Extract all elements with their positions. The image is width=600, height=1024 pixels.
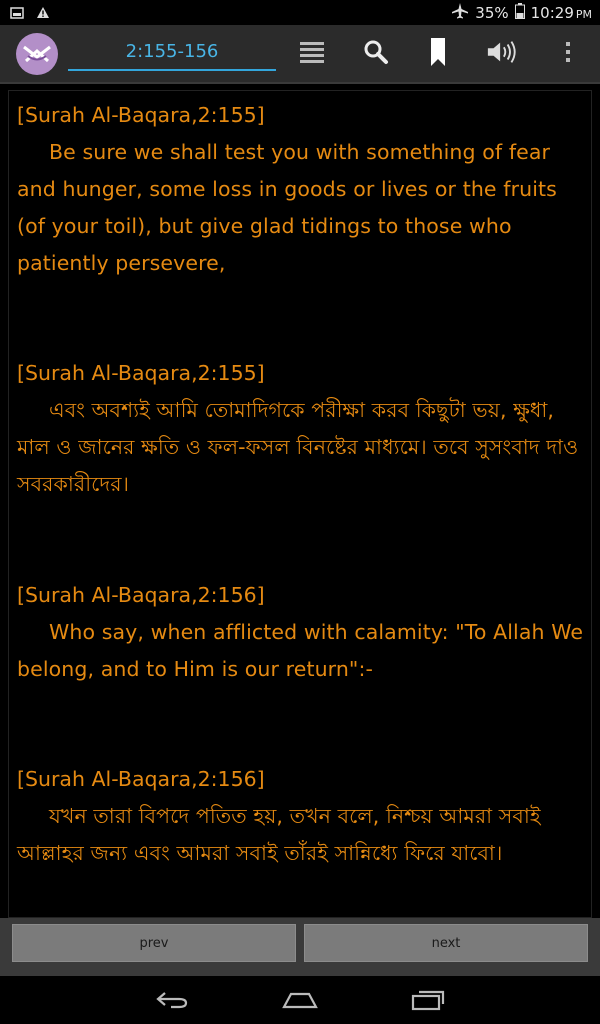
verse-reference: [Surah Al-Baqara,2:155] — [17, 103, 265, 127]
recent-apps-icon[interactable] — [410, 988, 446, 1012]
overflow-menu-icon[interactable] — [552, 36, 584, 68]
back-icon[interactable] — [154, 988, 190, 1012]
search-icon[interactable] — [360, 36, 392, 68]
verse-text-english: Be sure we shall test you with something… — [17, 140, 557, 275]
verse-reference: [Surah Al-Baqara,2:156] — [17, 767, 265, 791]
app-logo-icon[interactable] — [16, 33, 58, 75]
verse-block: [Surah Al-Baqara,2:156] যখন তারা বিপদে প… — [17, 761, 587, 872]
battery-icon — [514, 3, 525, 23]
pagination-bar: prev next — [0, 918, 600, 976]
photo-notification-icon — [10, 4, 24, 23]
next-button[interactable]: next — [304, 924, 588, 962]
home-icon[interactable] — [282, 988, 318, 1012]
verse-block: [Surah Al-Baqara,2:156] Who say, when af… — [17, 577, 587, 688]
volume-icon[interactable] — [486, 36, 518, 68]
verse-range-field[interactable]: 2:155-156 — [68, 35, 276, 71]
verse-block: [Surah Al-Baqara,2:155] এবং অবশ্যই আমি ত… — [17, 355, 587, 503]
verse-text-english: Who say, when afflicted with calamity: "… — [17, 620, 584, 681]
verse-text-bengali: এবং অবশ্যই আমি তোমাদিগকে পরীক্ষা করব কিছ… — [17, 398, 579, 496]
action-bar: 2:155-156 — [0, 25, 600, 84]
bookmark-icon[interactable] — [422, 36, 454, 68]
battery-percent: 35% — [475, 4, 509, 22]
clock-ampm: PM — [575, 8, 592, 21]
verse-content-panel[interactable]: [Surah Al-Baqara,2:155] Be sure we shall… — [8, 90, 592, 918]
verse-block: [Surah Al-Baqara,2:155] Be sure we shall… — [17, 97, 587, 282]
list-icon[interactable] — [296, 36, 328, 68]
verse-text-bengali: যখন তারা বিপদে পতিত হয়, তখন বলে, নিশ্চয… — [17, 804, 541, 865]
system-navigation-bar — [0, 976, 600, 1024]
status-bar: 35% 10:29 PM — [0, 0, 600, 25]
warning-icon — [36, 4, 50, 23]
verse-reference: [Surah Al-Baqara,2:155] — [17, 361, 265, 385]
prev-button[interactable]: prev — [12, 924, 296, 962]
verse-reference: [Surah Al-Baqara,2:156] — [17, 583, 265, 607]
airplane-mode-icon — [451, 3, 469, 23]
clock-time: 10:29 — [530, 4, 574, 22]
